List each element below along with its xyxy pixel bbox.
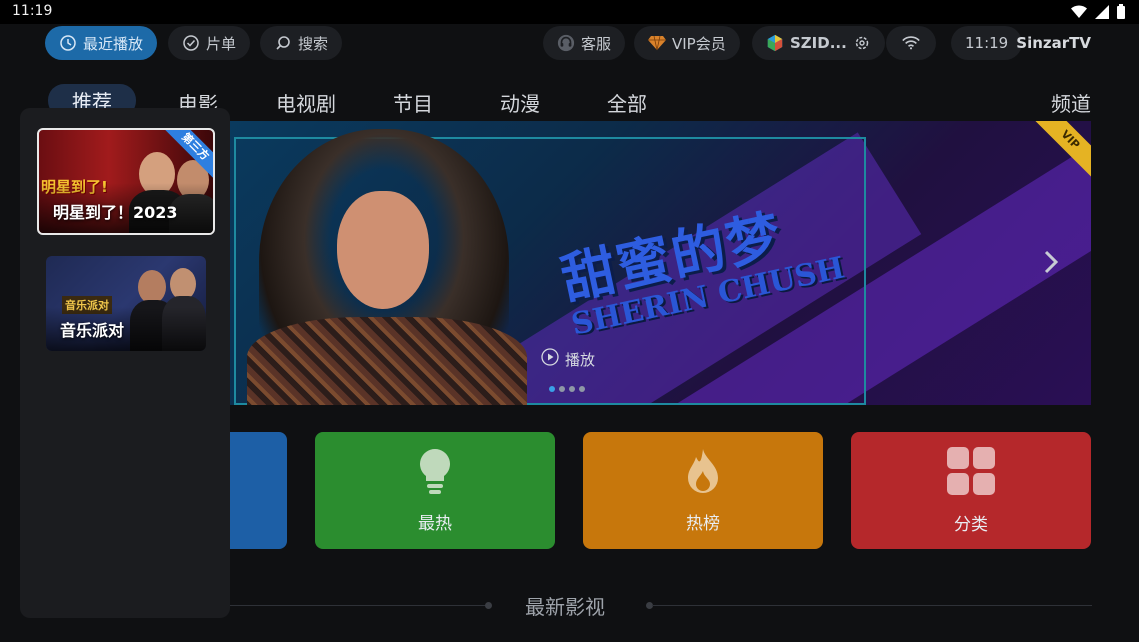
vip-member-button[interactable]: VIP会员 bbox=[634, 26, 740, 60]
divider-line bbox=[652, 605, 1092, 606]
status-bar: 11:19 bbox=[0, 0, 1139, 24]
pagination-dot[interactable] bbox=[569, 386, 575, 392]
customer-service-button[interactable]: 客服 bbox=[543, 26, 626, 60]
divider-line bbox=[230, 605, 488, 606]
pagination-dot[interactable] bbox=[549, 386, 555, 392]
grid-icon bbox=[946, 446, 996, 500]
system-icons bbox=[1071, 4, 1125, 19]
hottest-tile[interactable]: 最热 bbox=[315, 432, 555, 549]
status-time: 11:19 bbox=[12, 3, 53, 19]
poster-figure bbox=[138, 270, 166, 304]
check-circle-icon bbox=[182, 34, 200, 52]
playlist-label: 片单 bbox=[206, 34, 237, 53]
classify-tile[interactable]: 分类 bbox=[851, 432, 1091, 549]
pagination-dot[interactable] bbox=[559, 386, 565, 392]
flame-icon bbox=[684, 447, 722, 499]
search-icon bbox=[274, 34, 292, 52]
wifi-icon bbox=[902, 34, 920, 52]
recent-play-button[interactable]: 最近播放 bbox=[45, 26, 158, 60]
tab-shows[interactable]: 节目 bbox=[393, 88, 433, 117]
lightbulb-icon bbox=[417, 447, 453, 499]
featured-banner[interactable]: 甜蜜的梦 SHERIN CHUSH 播放 VIP bbox=[229, 121, 1091, 405]
section-title: 最新影视 bbox=[525, 595, 605, 619]
banner-face bbox=[337, 191, 429, 309]
tab-anime[interactable]: 动漫 bbox=[500, 88, 540, 117]
diamond-icon bbox=[648, 34, 666, 52]
recent-play-popup: 明星到了! 第三方 明星到了！2023 音乐派对 音乐派对 bbox=[20, 108, 230, 618]
banner-play-button[interactable]: 播放 bbox=[541, 348, 595, 370]
search-button[interactable]: 搜索 bbox=[260, 26, 343, 60]
recent-item-title: 音乐派对 bbox=[60, 321, 125, 340]
account-label: SZID... bbox=[790, 34, 847, 52]
vip-member-label: VIP会员 bbox=[672, 34, 726, 53]
recent-item-card[interactable]: 明星到了! 第三方 明星到了！2023 bbox=[37, 128, 215, 235]
play-label: 播放 bbox=[565, 350, 596, 369]
signal-icon bbox=[1095, 4, 1109, 19]
banner-pagination bbox=[549, 386, 585, 392]
headset-icon bbox=[557, 34, 575, 52]
wifi-status-icon bbox=[1071, 4, 1087, 19]
tab-tv-series[interactable]: 电视剧 bbox=[276, 88, 336, 117]
recent-item-card[interactable]: 音乐派对 音乐派对 bbox=[46, 256, 206, 351]
account-button[interactable]: SZID... bbox=[752, 26, 885, 60]
classify-label: 分类 bbox=[954, 515, 988, 535]
playlist-button[interactable]: 片单 bbox=[168, 26, 251, 60]
next-arrow-icon[interactable] bbox=[1042, 249, 1060, 279]
top-bar: 最近播放 片单 搜索 客服 VIP会员 SZID... 11:19 Sinzar… bbox=[0, 24, 1139, 66]
settings-gear-icon bbox=[853, 34, 871, 52]
recent-play-label: 最近播放 bbox=[83, 34, 144, 53]
ranking-label: 热榜 bbox=[686, 514, 720, 534]
ranking-tile[interactable]: 热榜 bbox=[583, 432, 823, 549]
clock-label: 11:19 bbox=[965, 34, 1009, 52]
hottest-label: 最热 bbox=[418, 514, 452, 534]
search-label: 搜索 bbox=[298, 34, 329, 53]
clock-icon bbox=[59, 34, 77, 52]
play-icon bbox=[541, 348, 559, 370]
divider-dot bbox=[485, 602, 492, 609]
brand-name: SinzarTV bbox=[1016, 34, 1091, 52]
clock-pill: 11:19 bbox=[951, 26, 1023, 60]
banner-dress bbox=[247, 317, 527, 405]
tab-all[interactable]: 全部 bbox=[607, 88, 647, 117]
channel-link[interactable]: 频道 bbox=[1051, 88, 1091, 117]
app-logo-icon bbox=[766, 34, 784, 52]
wifi-button[interactable] bbox=[886, 26, 936, 60]
customer-service-label: 客服 bbox=[581, 34, 612, 53]
pagination-dot[interactable] bbox=[579, 386, 585, 392]
battery-icon bbox=[1117, 4, 1125, 19]
recent-item-title: 明星到了！2023 bbox=[53, 203, 178, 222]
